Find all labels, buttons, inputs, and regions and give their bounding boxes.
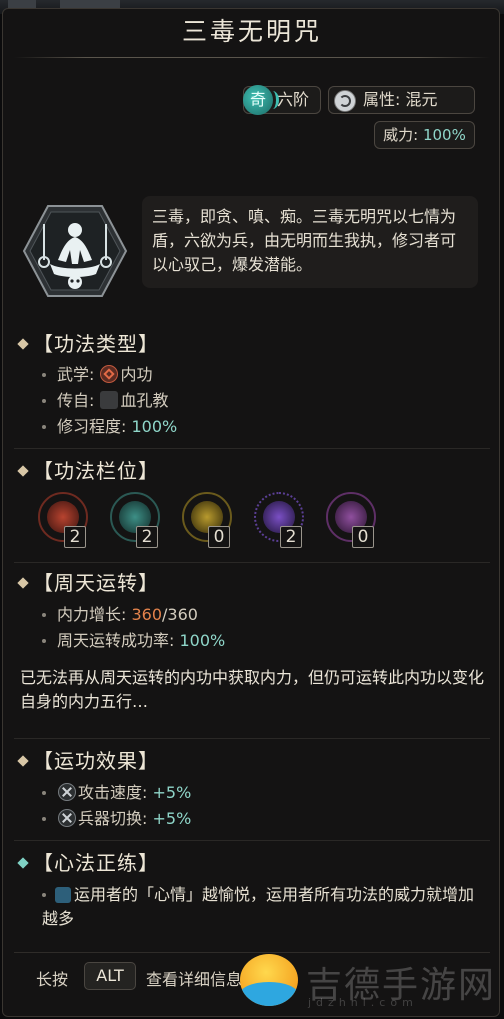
section-divider	[14, 448, 490, 449]
skill-slot[interactable]: 2	[38, 492, 88, 548]
success-label: 周天运转成功率:	[57, 631, 180, 650]
attribute-label: 属性: 混元	[363, 90, 438, 109]
gain-current: 360	[131, 605, 163, 624]
diamond-bullet-icon	[17, 754, 29, 767]
slot-count: 2	[280, 526, 302, 548]
power-label: 威力:	[383, 126, 423, 144]
cycle-success-row: 周天运转成功率: 100%	[42, 630, 225, 652]
diamond-bullet-icon	[17, 337, 29, 350]
neili-gain-row: 内力增长: 360/360	[42, 604, 198, 626]
section-divider	[14, 840, 490, 841]
section-divider	[14, 738, 490, 739]
watermark-subtext: jdzhnl.com	[308, 996, 418, 1009]
effect-label: 兵器切换:	[78, 809, 153, 828]
origin-label: 传自:	[57, 391, 100, 410]
site-watermark: 吉德手游网 jdzhnl.com	[240, 952, 504, 1012]
mastery-label: 修习程度:	[57, 417, 132, 436]
skill-meditation-icon	[22, 205, 128, 297]
wuxue-label: 武学:	[57, 365, 100, 384]
section-heading-effects: 【运功效果】	[17, 748, 159, 774]
section-type-title: 【功法类型】	[33, 332, 159, 356]
skill-slot[interactable]: 0	[182, 492, 232, 548]
section-divider	[14, 562, 490, 563]
mastery-value: 100%	[131, 417, 178, 436]
skill-slot-row: 2 2 0 2 0	[38, 492, 378, 556]
heart-text: 运用者的「心情」越愉悦，运用者所有功法的威力就增加越多	[42, 885, 475, 928]
crossed-swords-icon	[58, 809, 76, 827]
section-effects-title: 【运功效果】	[33, 749, 159, 773]
success-value: 100%	[179, 631, 226, 650]
heart-method-icon	[55, 887, 71, 903]
section-heading-heart: 【心法正练】	[17, 850, 159, 876]
origin-row: 传自: 血孔教	[42, 390, 169, 412]
effect-value: +5%	[152, 809, 192, 828]
mastery-row: 修习程度: 100%	[42, 416, 177, 438]
power-badge: 威力: 100%	[374, 121, 475, 149]
cycle-note: 已无法再从周天运转的内功中获取内力，但仍可运转此内功以变化自身的内力五行…	[20, 668, 485, 711]
sect-emblem-icon	[100, 391, 119, 409]
slot-count: 2	[64, 526, 86, 548]
title-divider	[14, 57, 490, 58]
power-value: 100%	[422, 126, 466, 144]
yin-yang-icon	[334, 90, 356, 112]
wuxue-value: 内功	[120, 365, 153, 384]
attribute-badge: 属性: 混元	[328, 86, 475, 114]
diamond-bullet-icon	[17, 856, 29, 869]
gain-max: /360	[162, 605, 198, 624]
neigong-icon	[100, 365, 119, 383]
section-heading-cycle: 【周天运转】	[17, 570, 159, 596]
skill-title: 三毒无明咒	[181, 17, 322, 46]
slot-count: 2	[136, 526, 158, 548]
effect-label: 攻击速度:	[78, 783, 153, 802]
slot-count: 0	[352, 526, 374, 548]
section-heart-title: 【心法正练】	[33, 851, 159, 875]
effect-row: 攻击速度: +5%	[42, 782, 191, 804]
rank-label: 六阶	[277, 90, 310, 109]
diamond-bullet-icon	[17, 576, 29, 589]
rank-badge: 奇 六阶	[243, 85, 321, 115]
gain-label: 内力增长:	[57, 605, 132, 624]
section-heading-type: 【功法类型】	[17, 331, 159, 357]
skill-description: 三毒，即贪、嗔、痴。三毒无明咒以七情为盾，六欲为兵，由无明而生我执，修习者可以心…	[142, 196, 478, 288]
skill-slot[interactable]: 0	[326, 492, 376, 548]
section-cycle-title: 【周天运转】	[33, 571, 159, 595]
crossed-swords-icon	[58, 783, 76, 801]
diamond-bullet-icon	[17, 464, 29, 477]
section-heading-slots: 【功法栏位】	[17, 458, 159, 484]
effect-value: +5%	[152, 783, 192, 802]
alt-key-button[interactable]: ALT	[84, 962, 136, 990]
skill-slot[interactable]: 2	[110, 492, 160, 548]
slot-count: 0	[208, 526, 230, 548]
origin-value: 血孔教	[120, 391, 169, 410]
wuxue-row: 武学: 内功	[42, 364, 153, 386]
watermark-logo-icon	[240, 954, 298, 1006]
heart-effect-text: 运用者的「心情」越愉悦，运用者所有功法的威力就增加越多	[42, 883, 482, 931]
hold-label: 长按	[36, 970, 69, 989]
effect-row: 兵器切换: +5%	[42, 808, 191, 830]
rank-glyph-icon: 奇	[243, 85, 279, 115]
section-slots-title: 【功法栏位】	[33, 459, 159, 483]
skill-slot[interactable]: 2	[254, 492, 304, 548]
